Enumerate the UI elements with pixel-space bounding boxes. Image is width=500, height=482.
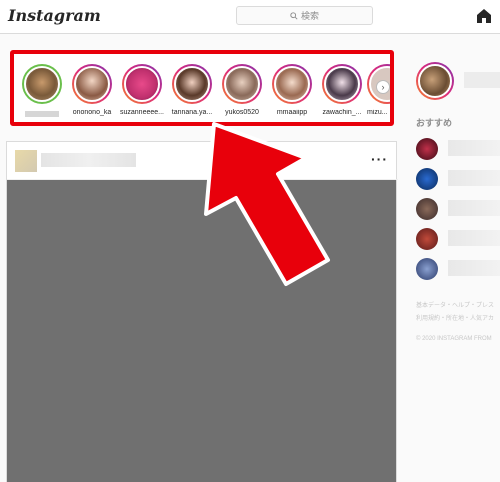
search-icon xyxy=(290,11,298,20)
instagram-logo[interactable]: Instagram xyxy=(8,6,101,25)
pointer-arrow-icon xyxy=(204,122,330,286)
profile-avatar[interactable] xyxy=(416,62,454,100)
recommendation-item[interactable] xyxy=(416,228,500,250)
search-input[interactable]: 検索 xyxy=(236,6,373,25)
footer-links: 基本データ・ヘルプ・プレス 利用規約・所在地・人気アカ xyxy=(416,303,495,322)
top-navigation-bar: Instagram 検索 xyxy=(0,0,500,34)
recommendation-item[interactable] xyxy=(416,198,500,220)
home-icon[interactable] xyxy=(476,8,492,24)
copyright-text: © 2020 INSTAGRAM FROM xyxy=(416,336,492,342)
post-username-blurred[interactable] xyxy=(41,153,136,167)
recommendation-item[interactable] xyxy=(416,138,500,160)
post-avatar-blurred[interactable] xyxy=(15,150,37,172)
recommendations-title: おすすめ xyxy=(416,118,453,128)
recommendation-item[interactable] xyxy=(416,168,500,190)
stories-highlight-box xyxy=(10,50,394,126)
search-placeholder: 検索 xyxy=(300,11,319,21)
profile-name-blurred xyxy=(464,72,500,88)
recommendation-item[interactable] xyxy=(416,258,500,280)
more-options-icon[interactable]: ··· xyxy=(371,151,388,167)
